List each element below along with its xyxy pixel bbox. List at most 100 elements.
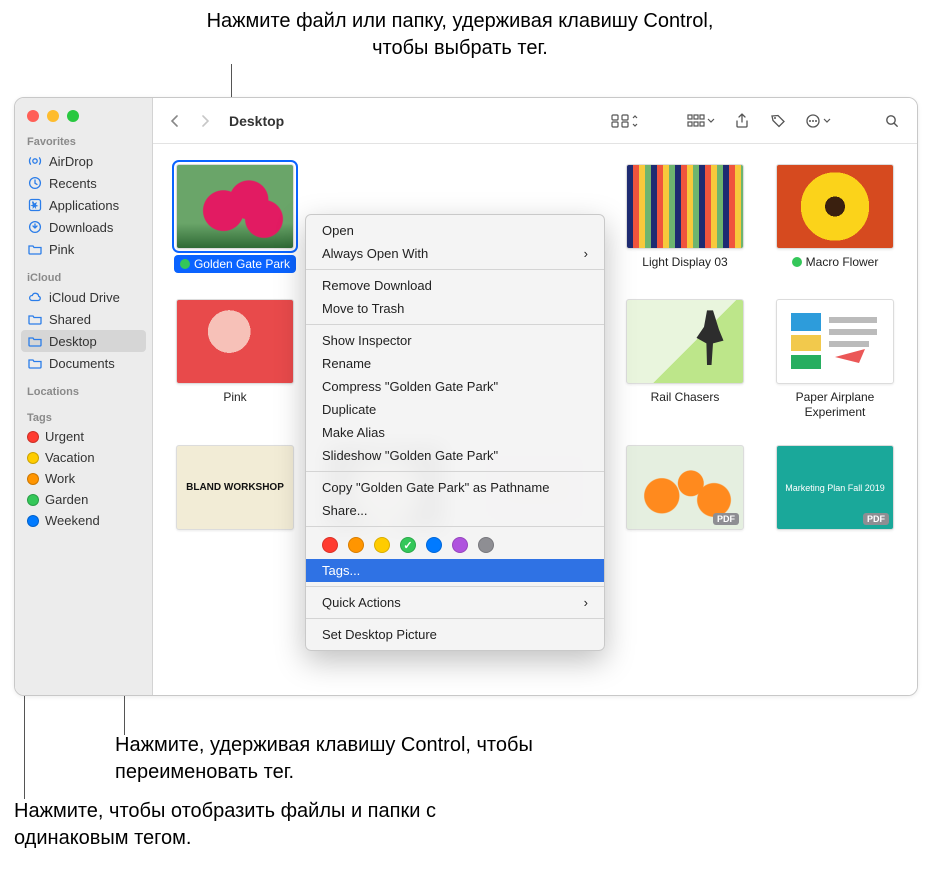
file-thumbnail xyxy=(776,164,894,249)
sidebar-item-label: Recents xyxy=(49,176,97,191)
airdrop-icon xyxy=(27,153,43,169)
toolbar-title: Desktop xyxy=(229,113,284,129)
sidebar-locations: Locations xyxy=(15,380,152,406)
sidebar-tag-garden[interactable]: Garden xyxy=(15,489,152,510)
ctx-separator xyxy=(306,471,604,472)
ctx-show-inspector[interactable]: Show Inspector xyxy=(306,329,604,352)
sidebar-item-label: Work xyxy=(45,471,75,486)
ctx-compress[interactable]: Compress "Golden Gate Park" xyxy=(306,375,604,398)
sidebar-favorites: Favorites AirDrop Recents Applications D… xyxy=(15,130,152,266)
sidebar-tags: Tags Urgent Vacation Work Garden Weekend xyxy=(15,406,152,537)
file-name-selected: Golden Gate Park xyxy=(174,255,296,273)
desktop-folder-icon xyxy=(27,333,43,349)
sidebar-item-label: iCloud Drive xyxy=(49,290,120,305)
applications-icon xyxy=(27,197,43,213)
file-thumbnail: PDF xyxy=(626,445,744,530)
ctx-dot-green[interactable] xyxy=(400,537,416,553)
tag-dot-orange xyxy=(27,473,39,485)
sidebar-tag-vacation[interactable]: Vacation xyxy=(15,447,152,468)
close-window-button[interactable] xyxy=(27,110,39,122)
sidebar-item-downloads[interactable]: Downloads xyxy=(15,216,152,238)
tag-dot-green-icon xyxy=(792,257,802,267)
sidebar-item-desktop[interactable]: Desktop xyxy=(21,330,146,352)
ctx-remove-download[interactable]: Remove Download xyxy=(306,274,604,297)
file-item[interactable]: Marketing Plan Fall 2019PDF xyxy=(771,445,899,530)
ctx-make-alias[interactable]: Make Alias xyxy=(306,421,604,444)
file-thumbnail: BLAND WORKSHOP xyxy=(176,445,294,530)
file-thumbnail xyxy=(626,164,744,249)
file-thumbnail xyxy=(176,299,294,384)
tags-button[interactable] xyxy=(763,109,793,133)
ctx-duplicate[interactable]: Duplicate xyxy=(306,398,604,421)
sidebar-item-applications[interactable]: Applications xyxy=(15,194,152,216)
ctx-dot-orange[interactable] xyxy=(348,537,364,553)
ctx-copy-pathname[interactable]: Copy "Golden Gate Park" as Pathname xyxy=(306,476,604,499)
sidebar-item-label: Documents xyxy=(49,356,115,371)
sidebar-item-label: Applications xyxy=(49,198,119,213)
file-thumbnail xyxy=(626,299,744,384)
file-item[interactable]: Golden Gate Park xyxy=(171,164,299,273)
pdf-badge: PDF xyxy=(863,513,889,525)
ctx-separator xyxy=(306,269,604,270)
ctx-move-to-trash[interactable]: Move to Trash xyxy=(306,297,604,320)
ctx-dot-yellow[interactable] xyxy=(374,537,390,553)
group-button[interactable] xyxy=(681,109,721,133)
file-item[interactable]: Light Display 03 xyxy=(621,164,749,273)
file-item[interactable]: Pink xyxy=(171,299,299,419)
file-thumbnail xyxy=(176,164,294,249)
search-button[interactable] xyxy=(877,109,907,133)
pdf-badge: PDF xyxy=(713,513,739,525)
file-item[interactable]: Macro Flower xyxy=(771,164,899,273)
sidebar-heading-icloud: iCloud xyxy=(15,270,152,286)
ctx-open[interactable]: Open xyxy=(306,219,604,242)
ctx-quick-actions[interactable]: Quick Actions› xyxy=(306,591,604,614)
fullscreen-window-button[interactable] xyxy=(67,110,79,122)
tag-dot-red xyxy=(27,431,39,443)
file-grid: Golden Gate Park Light Display 03 Macro … xyxy=(153,144,917,695)
sidebar-item-recents[interactable]: Recents xyxy=(15,172,152,194)
ctx-dot-gray[interactable] xyxy=(478,537,494,553)
sidebar-item-airdrop[interactable]: AirDrop xyxy=(15,150,152,172)
ctx-slideshow[interactable]: Slideshow "Golden Gate Park" xyxy=(306,444,604,467)
more-button[interactable] xyxy=(799,109,837,133)
ctx-tags[interactable]: Tags... xyxy=(306,559,604,582)
ctx-share[interactable]: Share... xyxy=(306,499,604,522)
ctx-dot-blue[interactable] xyxy=(426,537,442,553)
sidebar-item-pink[interactable]: Pink xyxy=(15,238,152,260)
sidebar-tag-work[interactable]: Work xyxy=(15,468,152,489)
folder-icon xyxy=(27,241,43,257)
ctx-separator xyxy=(306,586,604,587)
view-mode-button[interactable] xyxy=(605,109,645,133)
ctx-always-open-with[interactable]: Always Open With› xyxy=(306,242,604,265)
sidebar-heading-tags: Tags xyxy=(15,410,152,426)
sidebar-item-label: Downloads xyxy=(49,220,113,235)
ctx-dot-red[interactable] xyxy=(322,537,338,553)
sidebar-item-shared[interactable]: Shared xyxy=(15,308,152,330)
sidebar-tag-weekend[interactable]: Weekend xyxy=(15,510,152,531)
ctx-rename[interactable]: Rename xyxy=(306,352,604,375)
ctx-dot-purple[interactable] xyxy=(452,537,468,553)
file-item[interactable]: Rail Chasers xyxy=(621,299,749,419)
sidebar-item-label: Shared xyxy=(49,312,91,327)
back-button[interactable] xyxy=(163,109,187,133)
forward-button[interactable] xyxy=(193,109,217,133)
sidebar: Favorites AirDrop Recents Applications D… xyxy=(15,98,153,695)
sidebar-tag-urgent[interactable]: Urgent xyxy=(15,426,152,447)
shared-folder-icon xyxy=(27,311,43,327)
callout-mid: Нажмите, удерживая клавишу Control, чтоб… xyxy=(115,732,635,786)
file-item[interactable]: Paper Airplane Experiment xyxy=(771,299,899,419)
ctx-separator xyxy=(306,618,604,619)
share-button[interactable] xyxy=(727,109,757,133)
tag-dot-blue xyxy=(27,515,39,527)
file-label: Paper Airplane Experiment xyxy=(771,390,899,419)
sidebar-item-documents[interactable]: Documents xyxy=(15,352,152,374)
ctx-set-desktop[interactable]: Set Desktop Picture xyxy=(306,623,604,646)
chevron-right-icon: › xyxy=(584,246,588,261)
sidebar-item-icloud-drive[interactable]: iCloud Drive xyxy=(15,286,152,308)
file-label: Light Display 03 xyxy=(642,255,727,269)
sidebar-item-label: Vacation xyxy=(45,450,95,465)
minimize-window-button[interactable] xyxy=(47,110,59,122)
file-item[interactable]: PDF xyxy=(621,445,749,530)
file-item[interactable]: BLAND WORKSHOP xyxy=(171,445,299,530)
sidebar-item-label: Garden xyxy=(45,492,88,507)
